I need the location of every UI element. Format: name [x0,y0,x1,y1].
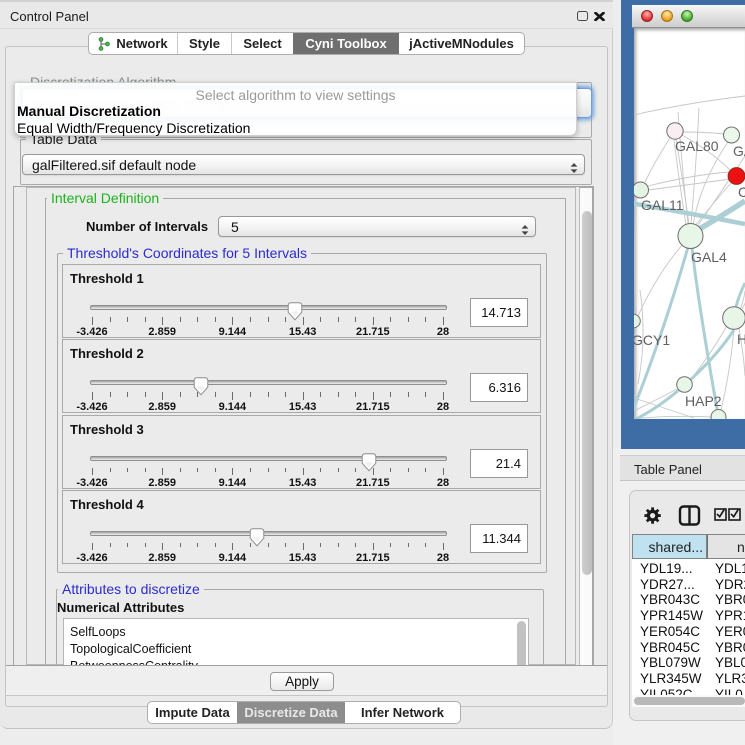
svg-text:GAL11: GAL11 [641,197,684,213]
svg-text:GA: GA [733,143,745,159]
svg-text:GAL4: GAL4 [691,249,727,265]
svg-text:GAL80: GAL80 [675,138,719,154]
svg-text:GCY1: GCY1 [634,332,670,348]
svg-text:HAP2: HAP2 [685,393,722,409]
svg-text:H: H [737,331,745,347]
svg-text:C: C [738,184,745,200]
